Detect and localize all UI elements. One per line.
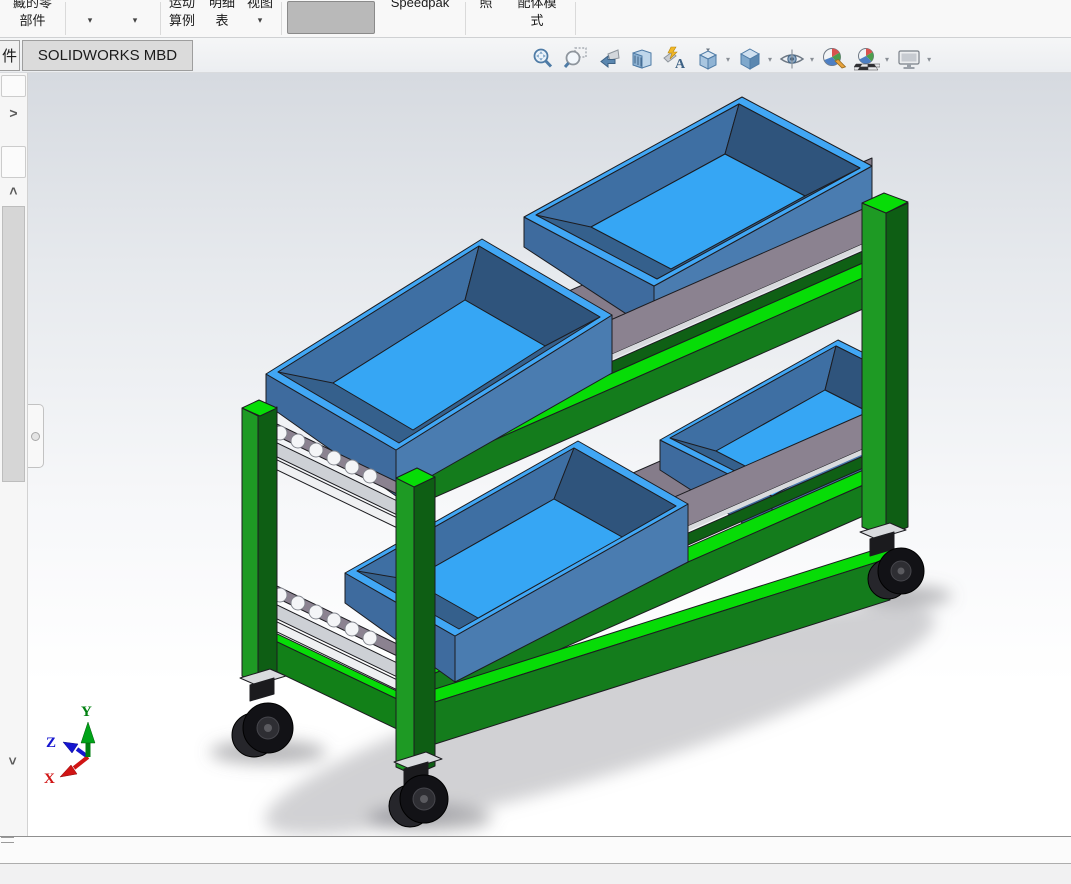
hide-show-items-icon[interactable] — [779, 46, 805, 72]
toolbar-separator — [465, 2, 466, 35]
button-label: 表 — [215, 13, 229, 28]
button-label: 藏的零 — [12, 0, 52, 10]
scroll-down-button[interactable]: > — [0, 753, 27, 769]
tab-solidworks-mbd[interactable]: SOLIDWORKS MBD — [22, 40, 193, 71]
button-label: Speedpak — [390, 0, 450, 10]
view-annotations-icon[interactable]: A — [662, 46, 688, 72]
motion-study-button[interactable]: 运动 算例 — [163, 0, 201, 37]
solidworks-window: 藏的零 部件 ▾ ▾ 运动 算例 明细 表 视图 ▾ Speedpak 照 配体… — [0, 0, 1071, 884]
view-orientation-dropdown[interactable]: ▾ — [726, 55, 730, 64]
button-label: 视图 — [246, 0, 273, 10]
button-label: 配体模 — [517, 0, 557, 10]
scrollbar-thumb[interactable] — [2, 206, 25, 482]
chevron-down-icon[interactable]: ▾ — [242, 12, 278, 28]
y-axis-label: Y — [81, 704, 92, 720]
panel-top-box — [1, 75, 26, 97]
bom-table-button[interactable]: 明细 表 — [203, 0, 241, 37]
orientation-triad[interactable]: Y Z X — [44, 704, 96, 787]
show-hidden-components-button[interactable]: 藏的零 部件 — [2, 0, 63, 37]
section-view-icon[interactable] — [629, 46, 655, 72]
panel-box — [1, 146, 26, 178]
toolbar-dropdown-b[interactable]: ▾ — [113, 0, 157, 37]
speedpak-button[interactable]: Speedpak — [380, 0, 460, 37]
splitter-dot-icon — [31, 432, 40, 441]
view-orientation-icon[interactable] — [695, 46, 721, 72]
heads-up-view-toolbar: A ▾ ▾ ▾ ▾ ▾ — [530, 44, 931, 74]
z-axis-label: Z — [46, 735, 56, 751]
svg-text:A: A — [675, 57, 686, 72]
toolbar-dropdown-a[interactable]: ▾ — [68, 0, 112, 37]
apply-scene-dropdown[interactable]: ▾ — [885, 55, 889, 64]
expand-panel-button[interactable]: > — [0, 105, 27, 121]
tab-addins-partial[interactable]: 件 — [0, 40, 20, 71]
button-label: 算例 — [168, 13, 195, 28]
button-label: 运动 — [168, 0, 195, 10]
feature-panel-strip: > > > — [0, 73, 28, 836]
status-bar — [0, 863, 1071, 884]
button-label: 明细 — [208, 0, 235, 10]
view-settings-icon[interactable] — [896, 46, 922, 72]
display-style-dropdown[interactable]: ▾ — [768, 55, 772, 64]
chevron-down-icon[interactable]: ▾ — [68, 12, 112, 28]
model-canvas[interactable]: Y Z X — [28, 73, 1071, 836]
toolbar-separator — [281, 2, 282, 35]
view-dropdown-button[interactable]: 视图 ▾ — [242, 0, 278, 37]
graphics-viewport[interactable]: Y Z X — [28, 73, 1071, 836]
toolbar-separator — [65, 2, 66, 35]
tab-label: 件 — [1, 48, 17, 65]
toolbar-separator — [575, 2, 576, 35]
button-label: 照 — [479, 0, 493, 10]
previous-view-icon[interactable] — [596, 46, 622, 72]
toolbar-separator — [160, 2, 161, 35]
hide-show-items-dropdown[interactable]: ▾ — [810, 55, 814, 64]
large-assembly-mode-button[interactable]: 配体模 式 — [504, 0, 570, 37]
tab-label: SOLIDWORKS MBD — [37, 47, 178, 64]
y-axis-arrow — [80, 721, 96, 744]
rear-right-leg[interactable] — [859, 192, 925, 600]
chevron-down-icon[interactable]: ▾ — [113, 12, 157, 28]
button-label: 式 — [530, 13, 544, 28]
edit-appearance-icon[interactable] — [821, 46, 847, 72]
apply-scene-icon[interactable] — [853, 46, 881, 72]
x-axis-label: X — [44, 771, 55, 787]
command-toolbar: 藏的零 部件 ▾ ▾ 运动 算例 明细 表 视图 ▾ Speedpak 照 配体… — [0, 0, 1071, 38]
display-style-icon[interactable] — [737, 46, 763, 72]
zoom-to-fit-icon[interactable] — [530, 46, 556, 72]
scroll-up-button[interactable]: > — [0, 183, 27, 199]
panel-splitter-handle[interactable] — [28, 404, 44, 468]
viewport-bottom-strip — [0, 836, 1071, 863]
view-settings-dropdown[interactable]: ▾ — [927, 55, 931, 64]
z-axis-arrow — [62, 741, 79, 754]
snapshot-button[interactable]: 照 — [470, 0, 502, 37]
toolbar-blank-button[interactable] — [287, 1, 375, 34]
button-label: 部件 — [19, 13, 46, 28]
zoom-to-area-icon[interactable] — [563, 46, 589, 72]
